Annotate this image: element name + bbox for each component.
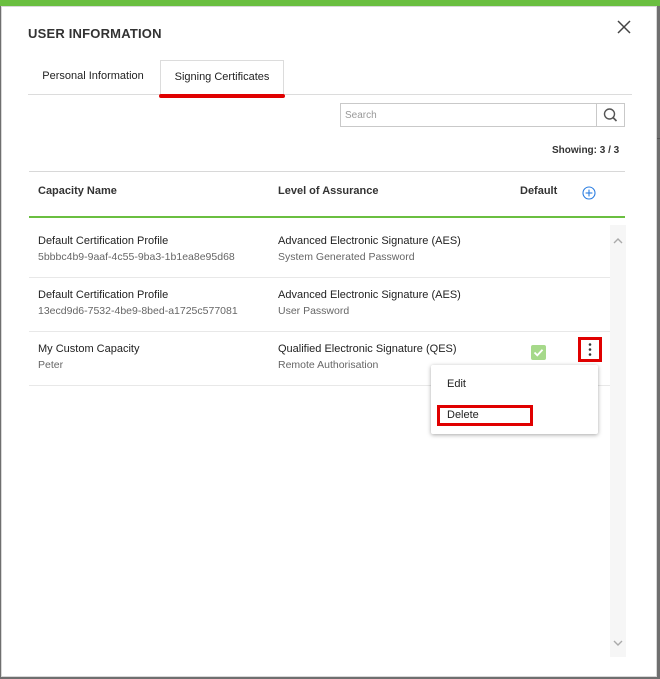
search-button[interactable]	[596, 103, 625, 127]
capacity-name: Default Certification Profile	[38, 289, 169, 301]
column-header-level-of-assurance: Level of Assurance	[278, 185, 379, 197]
column-header-capacity-name: Capacity Name	[38, 185, 117, 197]
more-vertical-icon	[588, 343, 592, 356]
checkmark-icon	[533, 349, 544, 357]
table-row[interactable]: Default Certification Profile 13ecd9d6-7…	[29, 278, 611, 332]
add-capacity-button[interactable]	[582, 186, 596, 200]
capacity-name: My Custom Capacity	[38, 343, 140, 355]
dialog-title: USER INFORMATION	[28, 26, 162, 41]
default-check-icon	[531, 345, 546, 360]
delete-highlight	[437, 405, 533, 426]
authentication-method: System Generated Password	[278, 251, 415, 263]
column-header-default: Default	[520, 185, 558, 197]
row-actions-button[interactable]	[578, 337, 602, 362]
capacity-id: 13ecd9d6-7532-4be9-8bed-a1725c577081	[38, 305, 238, 317]
level-of-assurance: Advanced Electronic Signature (AES)	[278, 235, 461, 247]
search-icon	[603, 108, 618, 122]
authentication-method: User Password	[278, 305, 350, 317]
level-of-assurance: Advanced Electronic Signature (AES)	[278, 289, 461, 301]
tab-signing-certificates[interactable]: Signing Certificates	[160, 60, 284, 95]
close-button[interactable]	[614, 17, 634, 37]
table-header: Capacity Name Level of Assurance Default	[29, 171, 625, 218]
active-tab-highlight	[159, 94, 285, 98]
chevron-up-icon[interactable]	[610, 233, 626, 249]
table-scrollbar[interactable]	[610, 225, 626, 657]
showing-count: Showing: 3 / 3	[552, 145, 620, 156]
close-icon	[617, 20, 631, 34]
level-of-assurance: Qualified Electronic Signature (QES)	[278, 343, 457, 355]
chevron-down-icon[interactable]	[610, 635, 626, 651]
search-input[interactable]	[340, 103, 596, 127]
tab-personal-information[interactable]: Personal Information	[28, 60, 158, 93]
capacity-id: Peter	[38, 359, 64, 371]
capacity-id: 5bbbc4b9-9aaf-4c55-9ba3-1b1ea8e95d68	[38, 251, 235, 263]
capacity-name: Default Certification Profile	[38, 235, 169, 247]
menu-item-edit[interactable]: Edit	[447, 378, 466, 390]
authentication-method: Remote Authorisation	[278, 359, 379, 371]
tab-bar: Personal Information Signing Certificate…	[28, 60, 632, 98]
table-row[interactable]: Default Certification Profile 5bbbc4b9-9…	[29, 224, 611, 278]
plus-circle-icon	[582, 186, 596, 200]
